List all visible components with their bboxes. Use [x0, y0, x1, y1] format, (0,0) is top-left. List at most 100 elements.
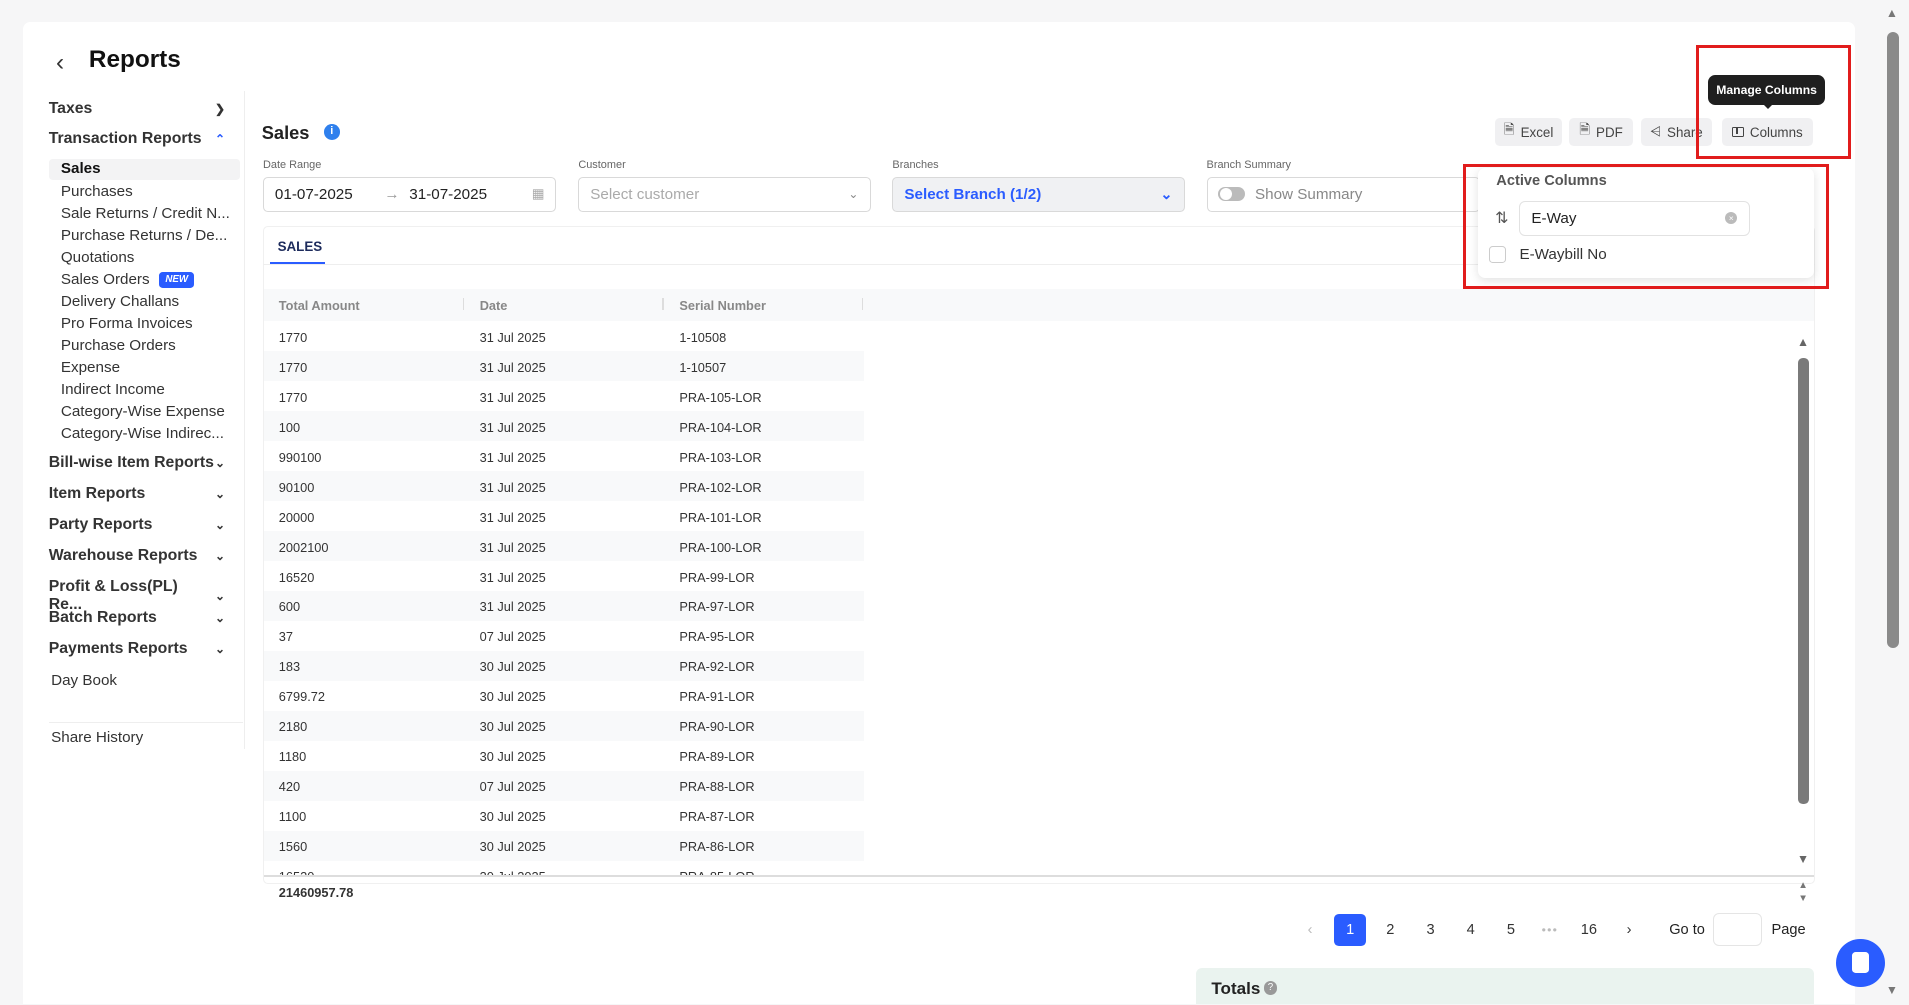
page-scroll-down-icon[interactable]: ▼ [1886, 983, 1898, 997]
column-header-serial-number[interactable]: Serial Number [679, 298, 766, 313]
table-row[interactable]: 1770 31 Jul 2025 1-10508 [264, 321, 865, 352]
page-last[interactable]: 16 [1573, 914, 1605, 946]
table-row[interactable]: 420 07 Jul 2025 PRA-88-LOR [264, 770, 865, 801]
page-2[interactable]: 2 [1375, 914, 1407, 946]
calendar-icon: ▦ [531, 186, 545, 202]
chevron-down-icon: ❯ [215, 101, 226, 116]
sidebar-group[interactable]: Item Reports ⌄ [49, 485, 226, 503]
table-scrollbar[interactable] [1798, 357, 1810, 804]
table-cell: 90100 [278, 479, 315, 495]
table-cell: 37 [278, 629, 293, 645]
section-title: Sales [261, 121, 310, 143]
page-3[interactable]: 3 [1415, 914, 1447, 946]
goto-label: Go to [1669, 921, 1705, 938]
sidebar-item[interactable]: Indirect Income [49, 380, 240, 401]
date-from[interactable]: 01-07-2025 [275, 186, 353, 203]
info-icon[interactable]: i [323, 124, 340, 140]
sidebar-item[interactable]: Purchase Returns / De... [49, 226, 240, 247]
scroll-up-arrow-icon[interactable]: ▲ [1797, 335, 1809, 349]
table-total: 21460957.78 [278, 885, 354, 901]
sidebar-item[interactable]: Purchase Orders [49, 336, 240, 357]
table-row[interactable]: 1100 30 Jul 2025 PRA-87-LOR [264, 800, 865, 831]
table-cell: PRA-100-LOR [679, 539, 762, 555]
column-resizer[interactable] [861, 298, 864, 311]
column-resizer[interactable] [662, 298, 664, 311]
sidebar-group[interactable]: Bill-wise Item Reports ⌄ [49, 454, 226, 472]
table-row[interactable]: 20000 31 Jul 2025 PRA-101-LOR [264, 501, 865, 532]
back-arrow-icon[interactable]: ‹ [56, 49, 64, 77]
sidebar-item[interactable]: Purchases [49, 182, 240, 203]
table-row[interactable]: 2002100 31 Jul 2025 PRA-100-LOR [264, 531, 865, 561]
table-row[interactable]: 2180 30 Jul 2025 PRA-90-LOR [264, 710, 865, 741]
branch-select[interactable]: Select Branch (1/2) ⌄ [892, 176, 1185, 212]
summary-toggle[interactable] [1218, 186, 1246, 202]
sidebar-item[interactable]: Sales [48, 159, 240, 181]
sidebar-group[interactable]: Warehouse Reports ⌄ [49, 547, 226, 565]
column-resizer[interactable] [462, 298, 464, 311]
scroll-down-arrow-icon[interactable]: ▼ [1797, 852, 1809, 866]
sidebar-group[interactable]: Batch Reports ⌄ [49, 609, 226, 627]
table-row[interactable]: 1770 31 Jul 2025 1-10507 [264, 351, 865, 382]
sidebar-group-taxes[interactable]: Taxes ❯ [49, 100, 226, 118]
table-row[interactable]: 90100 31 Jul 2025 PRA-102-LOR [264, 471, 865, 502]
table-cell: PRA-97-LOR [679, 599, 755, 615]
sidebar-item-label: Pro Forma Invoices [60, 314, 193, 332]
chevron-down-icon: ⌄ [215, 588, 226, 603]
sidebar-item[interactable]: Expense [49, 358, 240, 379]
chevron-up-icon: ⌃ [215, 132, 226, 147]
page-5[interactable]: 5 [1495, 914, 1527, 946]
table-cell: PRA-91-LOR [679, 689, 755, 705]
sidebar-item[interactable]: Delivery Challans [49, 292, 240, 313]
share-icon: ⩤ [1650, 124, 1661, 140]
customer-select[interactable]: Select customer ⌄ [578, 176, 871, 212]
page-scroll-up-icon[interactable]: ▲ [1886, 6, 1898, 20]
table-row[interactable]: 1770 31 Jul 2025 PRA-105-LOR [264, 381, 865, 412]
page-scrollbar[interactable] [1887, 31, 1900, 648]
table-row[interactable]: 183 30 Jul 2025 PRA-92-LOR [264, 650, 865, 681]
branch-summary-label: Branch Summary [1206, 159, 1292, 172]
table-cell: 31 Jul 2025 [479, 509, 546, 525]
table-cell: 2180 [278, 719, 308, 735]
sidebar-group[interactable]: Party Reports ⌄ [49, 516, 226, 534]
date-to[interactable]: 31-07-2025 [409, 186, 487, 203]
sidebar-group[interactable]: Payments Reports ⌄ [49, 640, 226, 658]
table-row[interactable]: 16520 31 Jul 2025 PRA-99-LOR [264, 561, 865, 591]
ellipsis-icon[interactable]: ••• [1534, 914, 1566, 946]
help-icon[interactable]: ? [1263, 981, 1278, 995]
pdf-button[interactable]: 🗎 PDF [1569, 118, 1633, 147]
prev-page-icon[interactable]: ‹ [1294, 914, 1326, 946]
table-row[interactable]: 600 31 Jul 2025 PRA-97-LOR [264, 590, 865, 621]
date-range-picker[interactable]: 01-07-2025 → 31-07-2025 ▦ [262, 176, 557, 212]
sidebar-item[interactable]: Category-Wise Indirec... [49, 424, 240, 445]
sidebar-group-label: Taxes [48, 99, 93, 117]
sidebar-item-label: Quotations [60, 248, 135, 266]
table-row[interactable]: 100 31 Jul 2025 PRA-104-LOR [264, 411, 865, 442]
next-page-icon[interactable]: › [1613, 914, 1645, 946]
page-label: Page [1771, 921, 1806, 938]
table-row[interactable]: 37 07 Jul 2025 PRA-95-LOR [264, 620, 865, 651]
table-row[interactable]: 1560 30 Jul 2025 PRA-86-LOR [264, 830, 865, 861]
sidebar-item[interactable]: Pro Forma Invoices [49, 314, 240, 335]
sidebar-item-day-book[interactable]: Day Book [39, 671, 230, 692]
excel-button[interactable]: 🗎 Excel [1495, 118, 1563, 147]
table-row[interactable]: 1180 30 Jul 2025 PRA-89-LOR [264, 740, 865, 771]
page-1[interactable]: 1 [1334, 914, 1367, 946]
sidebar-item-label: Sales [60, 160, 101, 178]
sidebar-item[interactable]: Quotations [49, 248, 240, 269]
tab-sales[interactable]: SALES [278, 239, 323, 254]
page-4[interactable]: 4 [1455, 914, 1487, 946]
goto-page-input[interactable] [1713, 913, 1762, 946]
sidebar-item[interactable]: Category-Wise Expense [49, 402, 240, 423]
column-header-date[interactable]: Date [480, 298, 508, 313]
table-row[interactable]: 6799.72 30 Jul 2025 PRA-91-LOR [264, 680, 865, 711]
chat-button[interactable] [1835, 938, 1885, 988]
sidebar-group-transaction-reports[interactable]: Transaction Reports ⌃ [49, 130, 226, 148]
sidebar-item-share-history[interactable]: Share History [39, 728, 230, 749]
sidebar-item[interactable]: Sale Returns / Credit N... [49, 204, 240, 225]
sidebar-group-label: Bill-wise Item Reports [48, 454, 214, 472]
column-header-total-amount[interactable]: Total Amount [279, 298, 360, 313]
table-row[interactable]: 990100 31 Jul 2025 PRA-103-LOR [264, 441, 865, 472]
footer-scroll-arrows-icon[interactable]: ▲ ▼ [1798, 879, 1808, 906]
sidebar-item[interactable]: Sales Orders NEW [49, 270, 240, 291]
table-row[interactable]: 1652030 Jul 2025PRA-85-LOR [264, 860, 865, 876]
